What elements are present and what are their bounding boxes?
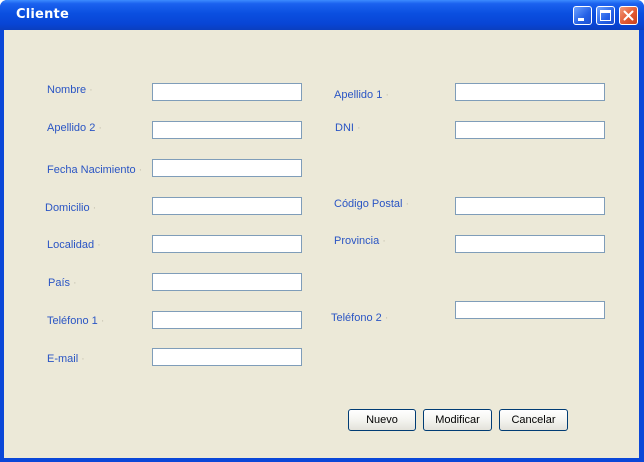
email-input[interactable] bbox=[152, 348, 302, 366]
dni-input[interactable] bbox=[455, 121, 605, 139]
telefono1-input[interactable] bbox=[152, 311, 302, 329]
maximize-button[interactable] bbox=[596, 6, 615, 25]
nombre-label: Nombre · bbox=[47, 84, 93, 96]
close-button[interactable] bbox=[619, 6, 638, 25]
fecha-nacimiento-input[interactable] bbox=[152, 159, 302, 177]
nuevo-button[interactable]: Nuevo bbox=[348, 409, 416, 431]
pais-label: País · bbox=[48, 277, 77, 289]
pais-input[interactable] bbox=[152, 273, 302, 291]
close-icon bbox=[623, 10, 634, 21]
domicilio-label: Domicilio · bbox=[45, 202, 97, 214]
maximize-icon bbox=[600, 10, 611, 21]
apellido1-label: Apellido 1 · bbox=[334, 89, 389, 101]
codigo-postal-input[interactable] bbox=[455, 197, 605, 215]
apellido2-label: Apellido 2 · bbox=[47, 122, 102, 134]
client-window: Cliente Nombre · Apellido 2 · Fecha Nacimi… bbox=[0, 0, 644, 462]
cancelar-button[interactable]: Cancelar bbox=[499, 409, 568, 431]
provincia-input[interactable] bbox=[455, 235, 605, 253]
minimize-icon bbox=[578, 18, 584, 21]
nombre-input[interactable] bbox=[152, 83, 302, 101]
apellido1-input[interactable] bbox=[455, 83, 605, 101]
localidad-label: Localidad · bbox=[47, 239, 101, 251]
codigo-postal-label: Código Postal · bbox=[334, 198, 410, 210]
domicilio-input[interactable] bbox=[152, 197, 302, 215]
provincia-label: Provincia · bbox=[334, 235, 386, 247]
title-bar[interactable]: Cliente bbox=[0, 0, 644, 30]
apellido2-input[interactable] bbox=[152, 121, 302, 139]
window-title: Cliente bbox=[16, 7, 69, 22]
form-panel: Nombre · Apellido 2 · Fecha Nacimiento · Do… bbox=[4, 30, 639, 458]
localidad-input[interactable] bbox=[152, 235, 302, 253]
minimize-button[interactable] bbox=[573, 6, 592, 25]
modificar-button[interactable]: Modificar bbox=[423, 409, 492, 431]
telefono2-input[interactable] bbox=[455, 301, 605, 319]
dni-label: DNI · bbox=[335, 122, 361, 134]
fecha-nacimiento-label: Fecha Nacimiento · bbox=[47, 164, 143, 176]
telefono1-label: Teléfono 1 · bbox=[47, 315, 105, 327]
telefono2-label: Teléfono 2 · bbox=[331, 312, 389, 324]
email-label: E-mail · bbox=[47, 353, 85, 365]
